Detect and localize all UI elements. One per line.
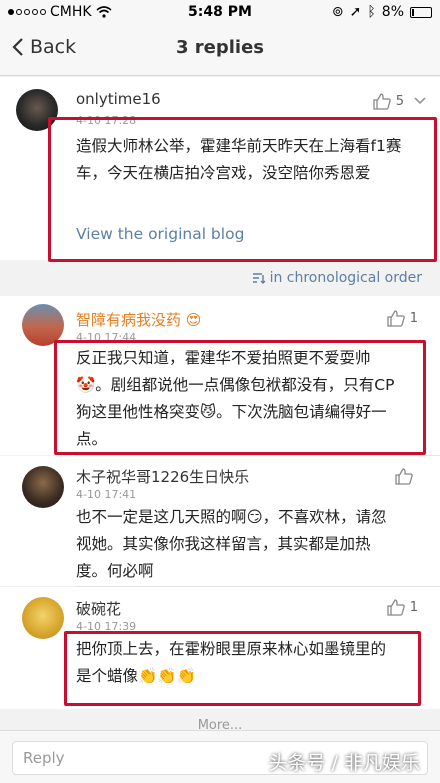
chevron-down-icon[interactable] xyxy=(414,97,426,105)
comment-username[interactable]: 破碗花 xyxy=(76,598,121,619)
comment-like-button[interactable]: 1 xyxy=(387,599,418,616)
page-title: 3 replies xyxy=(175,37,265,58)
comment-username-text: 智障有病我没药 xyxy=(76,311,182,329)
post-like-button[interactable]: 5 xyxy=(373,93,404,110)
comment-username[interactable]: 智障有病我没药 😍 xyxy=(76,309,201,330)
comment-username[interactable]: 木子祝华哥1226生日快乐 xyxy=(76,466,249,487)
comment-text: 也不一定是这几天照的啊😏，不喜欢林，请忽视她。其实像你我这样留言，其实都是加热度… xyxy=(76,508,387,580)
comment-item: 木子祝华哥1226生日快乐 4-10 17:41 也不一定是这几天照的啊😏，不喜… xyxy=(0,456,440,586)
orientation-lock-icon: ⊚ xyxy=(331,4,344,20)
like-count: 5 xyxy=(395,94,404,109)
comment-like-button[interactable] xyxy=(395,468,418,485)
battery-percent: 8% xyxy=(381,4,404,20)
emoji-badge-icon: 😍 xyxy=(185,311,202,329)
avatar[interactable] xyxy=(22,597,64,639)
thumbs-up-icon xyxy=(387,310,405,327)
location-icon: ➚ xyxy=(349,4,362,20)
sort-order-label: in chronological order xyxy=(269,270,422,286)
sort-icon xyxy=(252,273,266,284)
highlight-box xyxy=(48,117,437,262)
status-bar: CMHK 5:48 PM ⊚ ➚ ᛒ 8% xyxy=(0,0,440,24)
comment-timestamp: 4-10 17:41 xyxy=(76,488,137,501)
battery-icon xyxy=(410,6,432,18)
thumbs-up-icon xyxy=(387,599,405,616)
post-username[interactable]: onlytime16 xyxy=(76,90,161,108)
like-count: 1 xyxy=(409,311,418,326)
status-right: ⊚ ➚ ᛒ 8% xyxy=(332,4,432,20)
like-count: 1 xyxy=(409,600,418,615)
avatar[interactable] xyxy=(22,466,64,508)
comment-like-button[interactable]: 1 xyxy=(387,310,418,327)
highlight-box xyxy=(54,340,426,455)
sort-order-toggle[interactable]: in chronological order xyxy=(252,270,422,286)
thumbs-up-icon xyxy=(395,468,413,485)
navigation-bar: Back 3 replies xyxy=(0,24,440,76)
highlight-box xyxy=(64,631,421,706)
thumbs-up-icon xyxy=(373,93,391,110)
watermark: 头条号 / 非凡娱乐 xyxy=(268,752,420,774)
bluetooth-icon: ᛒ xyxy=(367,4,376,20)
